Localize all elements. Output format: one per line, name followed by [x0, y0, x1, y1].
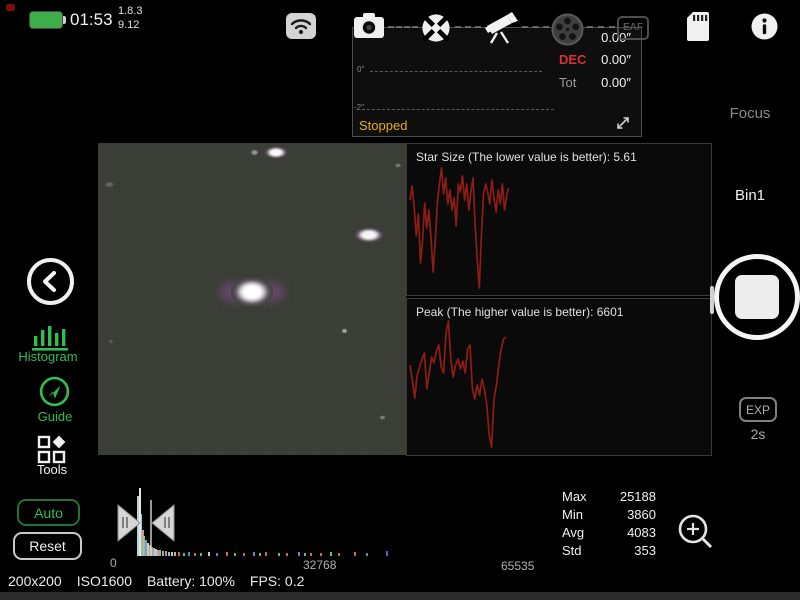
capture-info-bar: 200x200 ISO1600 Battery: 100% FPS: 0.2	[0, 570, 800, 592]
stat-value: 3860	[627, 507, 656, 525]
battery-tip	[63, 16, 66, 24]
stat-label: Max	[562, 489, 587, 507]
equipment-chain-connector	[587, 26, 615, 28]
star-size-title: Star Size (The lower value is better): 5…	[416, 150, 637, 164]
stat-label: Std	[562, 543, 582, 561]
focus-mode-label: Focus	[710, 105, 790, 122]
guide-axis-zero-line	[370, 71, 542, 72]
star-size-line-chart	[407, 164, 713, 295]
firmware-version: 9.12	[118, 19, 139, 31]
back-button[interactable]	[27, 258, 74, 305]
equipment-chain-connector	[522, 26, 549, 28]
guide-arrow-icon	[39, 376, 70, 407]
histogram-tool-button[interactable]	[31, 322, 69, 352]
clock-time: 01:53	[70, 10, 113, 30]
guide-tool-label: Guide	[15, 409, 95, 424]
wifi-icon	[288, 14, 314, 36]
camera-icon	[354, 13, 384, 39]
tools-icon	[37, 435, 67, 465]
guide-tool-button[interactable]	[39, 376, 70, 407]
image-histogram-chart[interactable]	[108, 484, 558, 558]
scroll-indicator	[710, 286, 714, 314]
peak-graph-panel: Peak (The higher value is better): 6601	[406, 298, 712, 456]
info-button[interactable]	[751, 13, 778, 40]
equipment-chain-connector	[388, 26, 418, 28]
star-blob	[104, 181, 115, 188]
sd-card-button[interactable]	[687, 12, 709, 41]
exposure-value: 2s	[739, 426, 777, 442]
stat-row-max: Max 25188	[562, 489, 656, 507]
stat-value: 353	[634, 543, 656, 561]
crosshair-icon	[420, 13, 452, 43]
stat-row-std: Std 353	[562, 543, 656, 561]
resolution-text: 200x200	[8, 573, 62, 589]
histogram-stats: Max 25188 Min 3860 Avg 4083 Std 353	[562, 489, 656, 561]
histogram-icon	[31, 322, 69, 352]
star-blob	[231, 277, 273, 307]
star-blob	[379, 415, 386, 420]
stat-row-min: Min 3860	[562, 507, 656, 525]
expand-guide-panel-button[interactable]	[613, 114, 633, 132]
stat-value: 25188	[620, 489, 656, 507]
fps-text: FPS: 0.2	[250, 573, 304, 589]
peak-title: Peak (The higher value is better): 6601	[416, 305, 623, 319]
histogram-tool-label: Histogram	[8, 349, 88, 364]
zoom-histogram-button[interactable]	[676, 512, 716, 552]
white-level-slider-handle[interactable]	[152, 505, 174, 541]
star-blob	[250, 149, 259, 156]
star-blob	[394, 163, 402, 168]
guide-axis-neg2-line	[362, 109, 554, 110]
chevron-left-icon	[31, 262, 70, 301]
iso-text: ISO1600	[77, 573, 132, 589]
record-indicator-icon	[6, 4, 15, 11]
guide-tot-row: Tot 0.00″	[353, 75, 641, 93]
auto-stretch-button[interactable]: Auto	[17, 499, 80, 526]
home-indicator-area	[0, 592, 800, 600]
equipment-chain-connector	[455, 26, 481, 28]
stat-label: Min	[562, 507, 583, 525]
stop-square-icon	[735, 275, 779, 319]
info-icon	[751, 13, 778, 40]
guide-dec-row: DEC 0.00″	[353, 52, 641, 70]
tools-label: Tools	[12, 462, 92, 477]
binning-label: Bin1	[710, 187, 790, 204]
expand-icon	[614, 114, 632, 132]
histogram-tick-0: 0	[110, 556, 117, 570]
magnifier-plus-icon	[676, 512, 716, 552]
star-blob	[108, 339, 114, 344]
stat-row-avg: Avg 4083	[562, 525, 656, 543]
main-camera-button[interactable]	[354, 13, 384, 39]
telescope-icon	[483, 11, 519, 44]
telescope-button[interactable]	[483, 11, 519, 44]
star-blob	[264, 146, 288, 159]
filter-wheel-icon	[551, 13, 584, 46]
reset-stretch-button[interactable]: Reset	[13, 532, 82, 560]
stat-value: 4083	[627, 525, 656, 543]
camera-preview-image[interactable]	[98, 143, 406, 455]
filter-wheel-button-disabled[interactable]	[551, 13, 584, 46]
star-size-graph-panel: Star Size (The lower value is better): 5…	[406, 143, 712, 296]
stat-label: Avg	[562, 525, 584, 543]
star-blob	[354, 227, 384, 243]
black-level-slider-handle[interactable]	[118, 505, 140, 541]
target-crosshair-button[interactable]	[420, 13, 452, 43]
exposure-button[interactable]: EXP	[739, 397, 777, 422]
guide-status-text: Stopped	[359, 118, 407, 133]
eaf-focuser-button-disabled[interactable]: EAF	[617, 16, 649, 40]
battery-text: Battery: 100%	[147, 573, 235, 589]
asiair-app-screen: 01:53 1.8.3 9.12	[0, 0, 800, 600]
battery-icon	[30, 12, 62, 28]
tools-button[interactable]	[37, 435, 67, 465]
stop-capture-button[interactable]	[714, 254, 800, 340]
tot-value: 0.00″	[567, 75, 631, 90]
star-blob	[341, 328, 348, 334]
wifi-button[interactable]	[286, 13, 316, 39]
sd-card-icon	[687, 12, 709, 41]
eaf-icon-label: EAF	[623, 22, 643, 33]
peak-line-chart	[407, 319, 713, 451]
dec-value: 0.00″	[567, 52, 631, 67]
app-version: 1.8.3	[118, 5, 142, 17]
guide-axis-neg2-label: -2″	[354, 103, 364, 112]
